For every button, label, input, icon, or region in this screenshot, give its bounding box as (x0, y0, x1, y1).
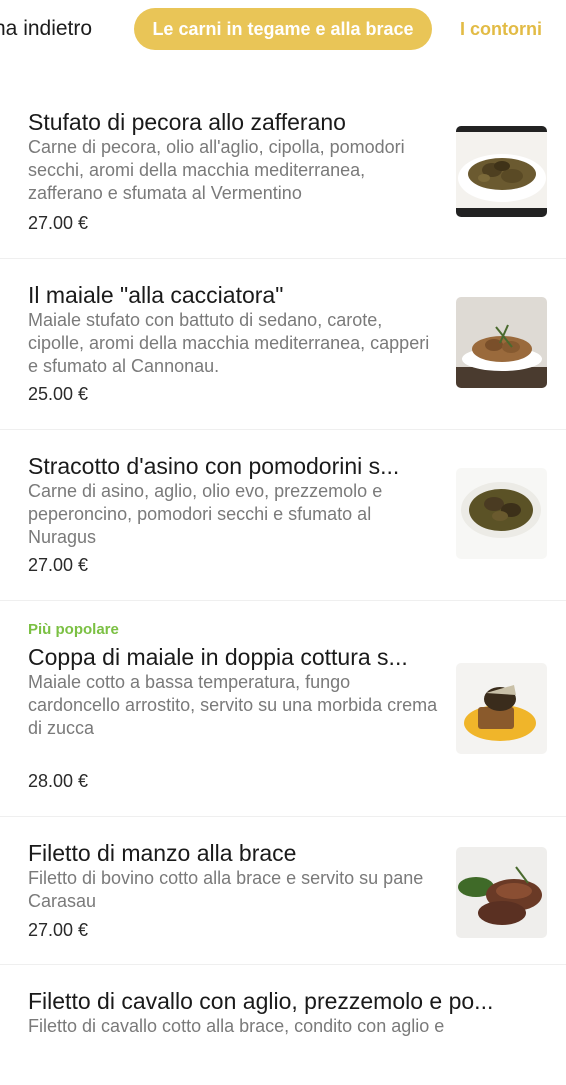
menu-item-price: 27.00 € (28, 920, 89, 940)
menu-item-description: Maiale stufato con battuto di sedano, ca… (28, 310, 430, 376)
tab-next-category[interactable]: I contorni (460, 8, 542, 50)
menu-item-description: Carne di pecora, olio all'aglio, cipolla… (28, 137, 405, 203)
menu-item-description: Carne di asino, aglio, olio evo, prezzem… (28, 481, 383, 547)
dish-photo-image[interactable] (456, 847, 547, 938)
menu-item-description: Maiale cotto a bassa temperatura, fungo … (28, 672, 438, 738)
menu-item-price: 28.00 € (28, 771, 89, 791)
menu-item-title: Filetto di manzo alla brace (28, 840, 297, 866)
menu-item-price: 27.00 € (28, 213, 89, 233)
menu-item[interactable]: Stracotto d'asino con pomodorini s... Ca… (0, 430, 566, 601)
tab-previous-category[interactable]: na indietro (0, 8, 92, 50)
popular-badge: Più popolare (28, 621, 119, 638)
menu-item-price: 25.00 € (28, 384, 89, 404)
menu-item[interactable]: Più popolare Coppa di maiale in doppia c… (0, 601, 566, 817)
menu-item-title: Stufato di pecora allo zafferano (28, 109, 346, 135)
dish-photo-image[interactable] (456, 663, 547, 754)
dish-photo-image[interactable] (456, 468, 547, 559)
tab-active-category[interactable]: Le carni in tegame e alla brace (134, 8, 432, 50)
menu-item-title: Coppa di maiale in doppia cottura s... (28, 644, 408, 670)
menu-item-description: Filetto di cavallo cotto alla brace, con… (28, 1016, 445, 1036)
menu-item-title: Stracotto d'asino con pomodorini s... (28, 453, 400, 479)
menu-item-price: 27.00 € (28, 555, 89, 575)
category-tab-bar: na indietro Le carni in tegame e alla br… (0, 0, 566, 60)
menu-item[interactable]: Stufato di pecora allo zafferano Carne d… (0, 88, 566, 259)
menu-item[interactable]: Filetto di cavallo con aglio, prezzemolo… (0, 965, 566, 1085)
menu-item-title: Filetto di cavallo con aglio, prezzemolo… (28, 988, 494, 1014)
menu-item-title: Il maiale "alla cacciatora" (28, 282, 284, 308)
dish-photo-image[interactable] (456, 297, 547, 388)
menu-item[interactable]: Filetto di manzo alla brace Filetto di b… (0, 817, 566, 965)
menu-item[interactable]: Il maiale "alla cacciatora" Maiale stufa… (0, 259, 566, 430)
menu-item-description: Filetto di bovino cotto alla brace e ser… (28, 868, 424, 911)
menu-item-list: Stufato di pecora allo zafferano Carne d… (0, 88, 566, 1085)
dish-photo-image[interactable] (456, 126, 547, 217)
